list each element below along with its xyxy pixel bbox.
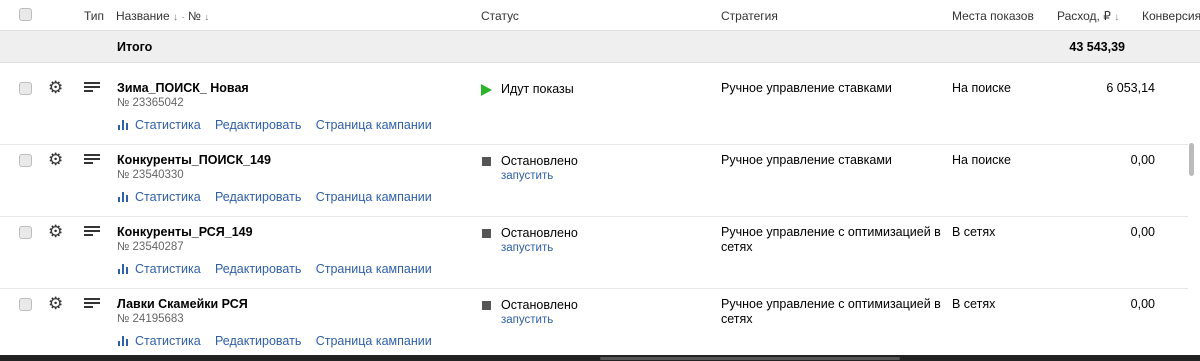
- stats-bar-icon: [118, 336, 129, 346]
- edit-link[interactable]: Редактировать: [215, 118, 301, 132]
- vertical-scrollbar-track[interactable]: [1189, 70, 1194, 360]
- col-name-header[interactable]: Название ↓ · № ↓: [116, 9, 209, 23]
- table-row: ⚙ Конкуренты_ПОИСК_149 № 23540330 Статис…: [0, 144, 1188, 216]
- campaign-strategy: Ручное управление с оптимизацией в сетях: [721, 297, 941, 326]
- separator-dot: ·: [181, 12, 185, 23]
- campaign-name[interactable]: Лавки Скамейки РСЯ: [117, 297, 248, 311]
- campaign-strategy: Ручное управление ставками: [721, 153, 892, 167]
- stats-link[interactable]: Статистика: [118, 190, 201, 204]
- col-spend-label[interactable]: Расход, ₽: [1057, 9, 1111, 23]
- stats-link[interactable]: Статистика: [118, 334, 201, 348]
- campaign-name[interactable]: Конкуренты_РСЯ_149: [117, 225, 253, 239]
- row-checkbox[interactable]: [19, 154, 32, 167]
- text-campaign-type-icon: [84, 226, 100, 238]
- select-all-checkbox[interactable]: [19, 8, 32, 21]
- col-status-header[interactable]: Статус: [481, 9, 519, 23]
- campaign-strategy: Ручное управление ставками: [721, 81, 892, 95]
- gear-icon[interactable]: ⚙: [48, 223, 63, 240]
- campaign-number: № 23365042: [117, 97, 184, 109]
- campaign-number: № 23540287: [117, 241, 184, 253]
- col-name-label[interactable]: Название: [116, 9, 170, 23]
- spend-sort-icon[interactable]: ↓: [1114, 12, 1119, 23]
- edit-link[interactable]: Редактировать: [215, 334, 301, 348]
- row-checkbox[interactable]: [19, 298, 32, 311]
- campaign-strategy: Ручное управление с оптимизацией в сетях: [721, 225, 941, 254]
- campaign-spend: 0,00: [1130, 297, 1155, 311]
- edit-link[interactable]: Редактировать: [215, 190, 301, 204]
- campaign-status: Остановлено: [501, 226, 578, 240]
- start-campaign-link[interactable]: запустить: [501, 242, 553, 254]
- start-campaign-link[interactable]: запустить: [501, 314, 553, 326]
- campaign-links: Статистика Редактировать Страница кампан…: [118, 190, 432, 204]
- edit-link[interactable]: Редактировать: [215, 262, 301, 276]
- stats-bar-icon: [118, 120, 129, 130]
- col-placement-header[interactable]: Места показов: [952, 9, 1034, 23]
- col-conversions-header[interactable]: Конверсия: [1142, 9, 1200, 23]
- col-type-header: Тип: [84, 9, 105, 23]
- stop-status-icon: [482, 157, 491, 166]
- campaign-name[interactable]: Конкуренты_ПОИСК_149: [117, 153, 271, 167]
- row-checkbox[interactable]: [19, 226, 32, 239]
- campaign-links: Статистика Редактировать Страница кампан…: [118, 118, 432, 132]
- campaign-placement: В сетях: [952, 297, 996, 311]
- campaign-name[interactable]: Зима_ПОИСК_ Новая: [117, 81, 249, 95]
- horizontal-scrollbar-thumb[interactable]: [600, 357, 900, 360]
- campaign-placement: На поиске: [952, 81, 1011, 95]
- stop-status-icon: [482, 229, 491, 238]
- gear-icon[interactable]: ⚙: [48, 295, 63, 312]
- sort-down-icon[interactable]: ↓: [173, 12, 178, 23]
- table-row: ⚙ Зима_ПОИСК_ Новая № 23365042 Статистик…: [0, 72, 1188, 144]
- gear-icon[interactable]: ⚙: [48, 151, 63, 168]
- campaign-links: Статистика Редактировать Страница кампан…: [118, 262, 432, 276]
- campaign-spend: 6 053,14: [1106, 81, 1155, 95]
- text-campaign-type-icon: [84, 82, 100, 94]
- campaign-number: № 24195683: [117, 313, 184, 325]
- campaign-status: Остановлено: [501, 298, 578, 312]
- stop-status-icon: [482, 301, 491, 310]
- row-checkbox[interactable]: [19, 82, 32, 95]
- stats-link[interactable]: Статистика: [118, 262, 201, 276]
- text-campaign-type-icon: [84, 298, 100, 310]
- totals-label: Итого: [117, 40, 153, 54]
- col-strategy-header[interactable]: Стратегия: [721, 9, 778, 23]
- totals-spend: 43 543,39: [1069, 40, 1125, 54]
- start-campaign-link[interactable]: запустить: [501, 170, 553, 182]
- campaign-status: Идут показы: [501, 82, 574, 96]
- campaign-page-link[interactable]: Страница кампании: [316, 190, 432, 204]
- stats-bar-icon: [118, 192, 129, 202]
- text-campaign-type-icon: [84, 154, 100, 166]
- campaign-spend: 0,00: [1130, 153, 1155, 167]
- col-number-label[interactable]: №: [188, 9, 201, 23]
- campaign-page-link[interactable]: Страница кампании: [316, 118, 432, 132]
- campaign-placement: В сетях: [952, 225, 996, 239]
- campaign-placement: На поиске: [952, 153, 1011, 167]
- stats-link[interactable]: Статистика: [118, 118, 201, 132]
- table-row: ⚙ Лавки Скамейки РСЯ № 24195683 Статисти…: [0, 288, 1188, 355]
- campaign-number: № 23540330: [117, 169, 184, 181]
- campaign-page-link[interactable]: Страница кампании: [316, 334, 432, 348]
- col-spend-header[interactable]: Расход, ₽ ↓: [1057, 9, 1119, 23]
- play-status-icon: [481, 84, 492, 96]
- campaign-spend: 0,00: [1130, 225, 1155, 239]
- gear-icon[interactable]: ⚙: [48, 79, 63, 96]
- vertical-scrollbar-thumb[interactable]: [1189, 143, 1194, 176]
- campaign-status: Остановлено: [501, 154, 578, 168]
- number-sort-icon[interactable]: ↓: [204, 12, 209, 23]
- campaign-page-link[interactable]: Страница кампании: [316, 262, 432, 276]
- totals-row: Итого 43 543,39: [0, 30, 1200, 63]
- stats-bar-icon: [118, 264, 129, 274]
- campaign-links: Статистика Редактировать Страница кампан…: [118, 334, 432, 348]
- table-row: ⚙ Конкуренты_РСЯ_149 № 23540287 Статисти…: [0, 216, 1188, 288]
